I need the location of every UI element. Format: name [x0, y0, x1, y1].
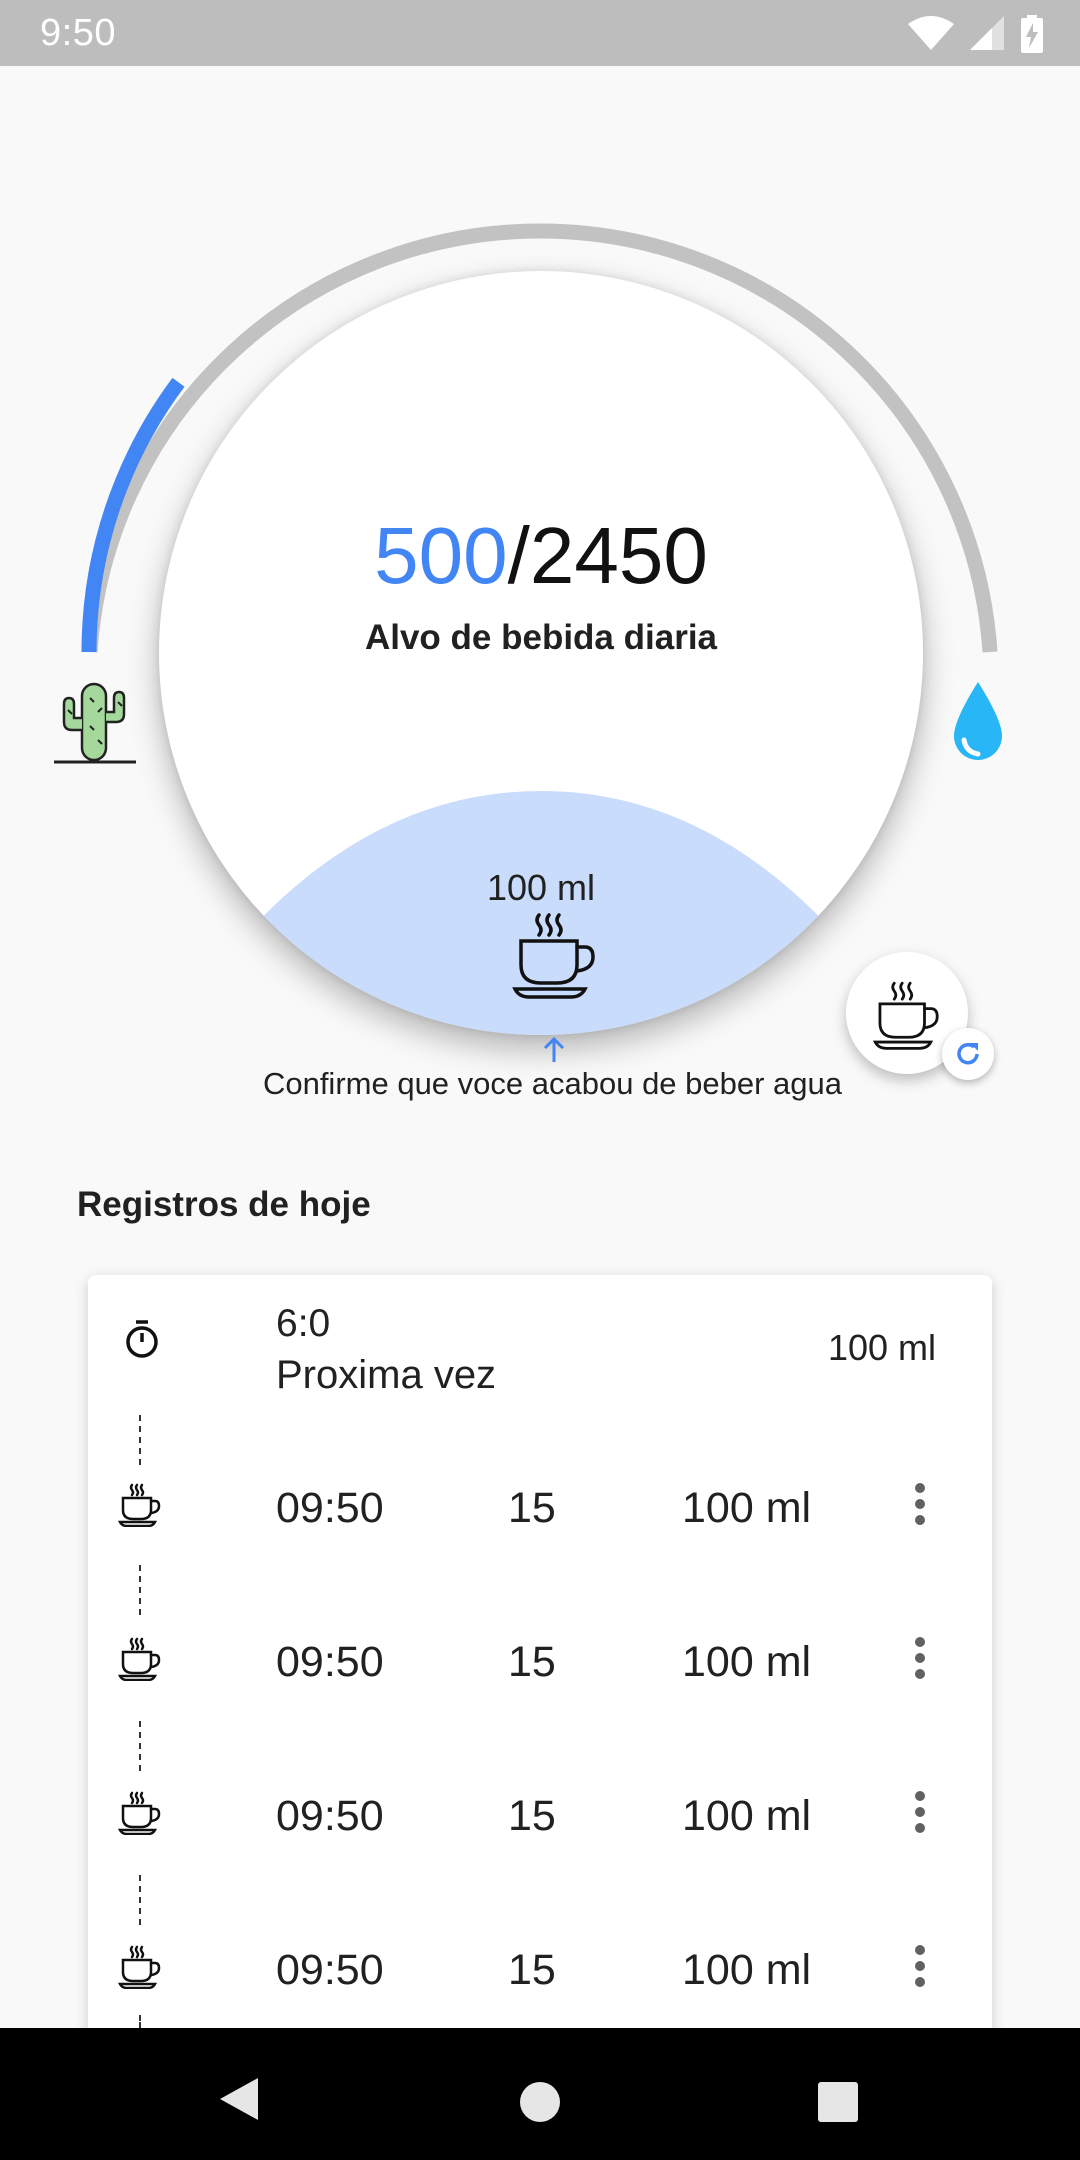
cactus-icon	[54, 682, 136, 764]
navigation-bar	[0, 2028, 1080, 2160]
count-separator: /	[507, 511, 530, 600]
water-drop-icon	[954, 682, 1002, 760]
record-time: 09:50	[276, 1484, 384, 1532]
record-value: 15	[508, 1638, 556, 1686]
record-value: 15	[508, 1946, 556, 1994]
record-time: 09:50	[276, 1792, 384, 1840]
record-amount: 100 ml	[682, 1792, 812, 1840]
record-row[interactable]: 09:50 15 100 ml	[88, 1736, 992, 1890]
coffee-cup-icon	[118, 1483, 161, 1527]
refresh-icon	[957, 1042, 979, 1065]
record-time: 09:50	[276, 1946, 384, 1994]
record-value: 15	[508, 1792, 556, 1840]
record-row[interactable]: 09:50 15 100 ml	[88, 1582, 992, 1736]
record-amount: 100 ml	[682, 1638, 812, 1686]
records-card: 6:0 Proxima vez 100 ml 09:50 15 100 ml 0…	[88, 1275, 992, 2035]
daily-goal-label: Alvo de bebida diaria	[364, 618, 718, 657]
next-reminder-label: Proxima vez	[276, 1353, 497, 1397]
record-row[interactable]: 09:50 15 100 ml	[88, 1890, 992, 2035]
current-intake: 500	[374, 511, 508, 600]
next-reminder-amount: 100 ml	[827, 1327, 936, 1368]
timer-icon	[126, 1320, 158, 1358]
back-icon[interactable]	[218, 2076, 260, 2122]
more-options-icon[interactable]	[910, 1942, 930, 1990]
recent-apps-icon[interactable]	[818, 2082, 858, 2122]
cup-amount: 100 ml	[486, 867, 596, 908]
next-reminder-time: 6:0	[276, 1302, 331, 1345]
coffee-cup-icon	[118, 1637, 161, 1681]
coffee-cup-icon	[512, 913, 595, 999]
record-row[interactable]: 09:50 15 100 ml	[88, 1428, 992, 1582]
refresh-button[interactable]	[942, 1028, 994, 1080]
more-options-icon[interactable]	[910, 1634, 930, 1682]
coffee-cup-icon	[872, 981, 939, 1050]
target-intake: 2450	[529, 511, 708, 600]
more-options-icon[interactable]	[910, 1788, 930, 1836]
coffee-cup-icon	[118, 1791, 161, 1835]
coffee-cup-icon	[118, 1945, 161, 1989]
intake-circle[interactable]: 500/2450 Alvo de bebida diaria 100 ml	[159, 271, 923, 1035]
record-amount: 100 ml	[682, 1946, 812, 1994]
home-icon[interactable]	[520, 2082, 560, 2122]
today-records-title: Registros de hoje	[77, 1185, 371, 1224]
record-value: 15	[508, 1484, 556, 1532]
arrow-up-icon	[543, 1036, 565, 1062]
record-amount: 100 ml	[682, 1484, 812, 1532]
next-reminder-row: 6:0 Proxima vez 100 ml	[88, 1275, 992, 1415]
more-options-icon[interactable]	[910, 1480, 930, 1528]
record-time: 09:50	[276, 1638, 384, 1686]
intake-count: 500/2450	[159, 516, 923, 596]
